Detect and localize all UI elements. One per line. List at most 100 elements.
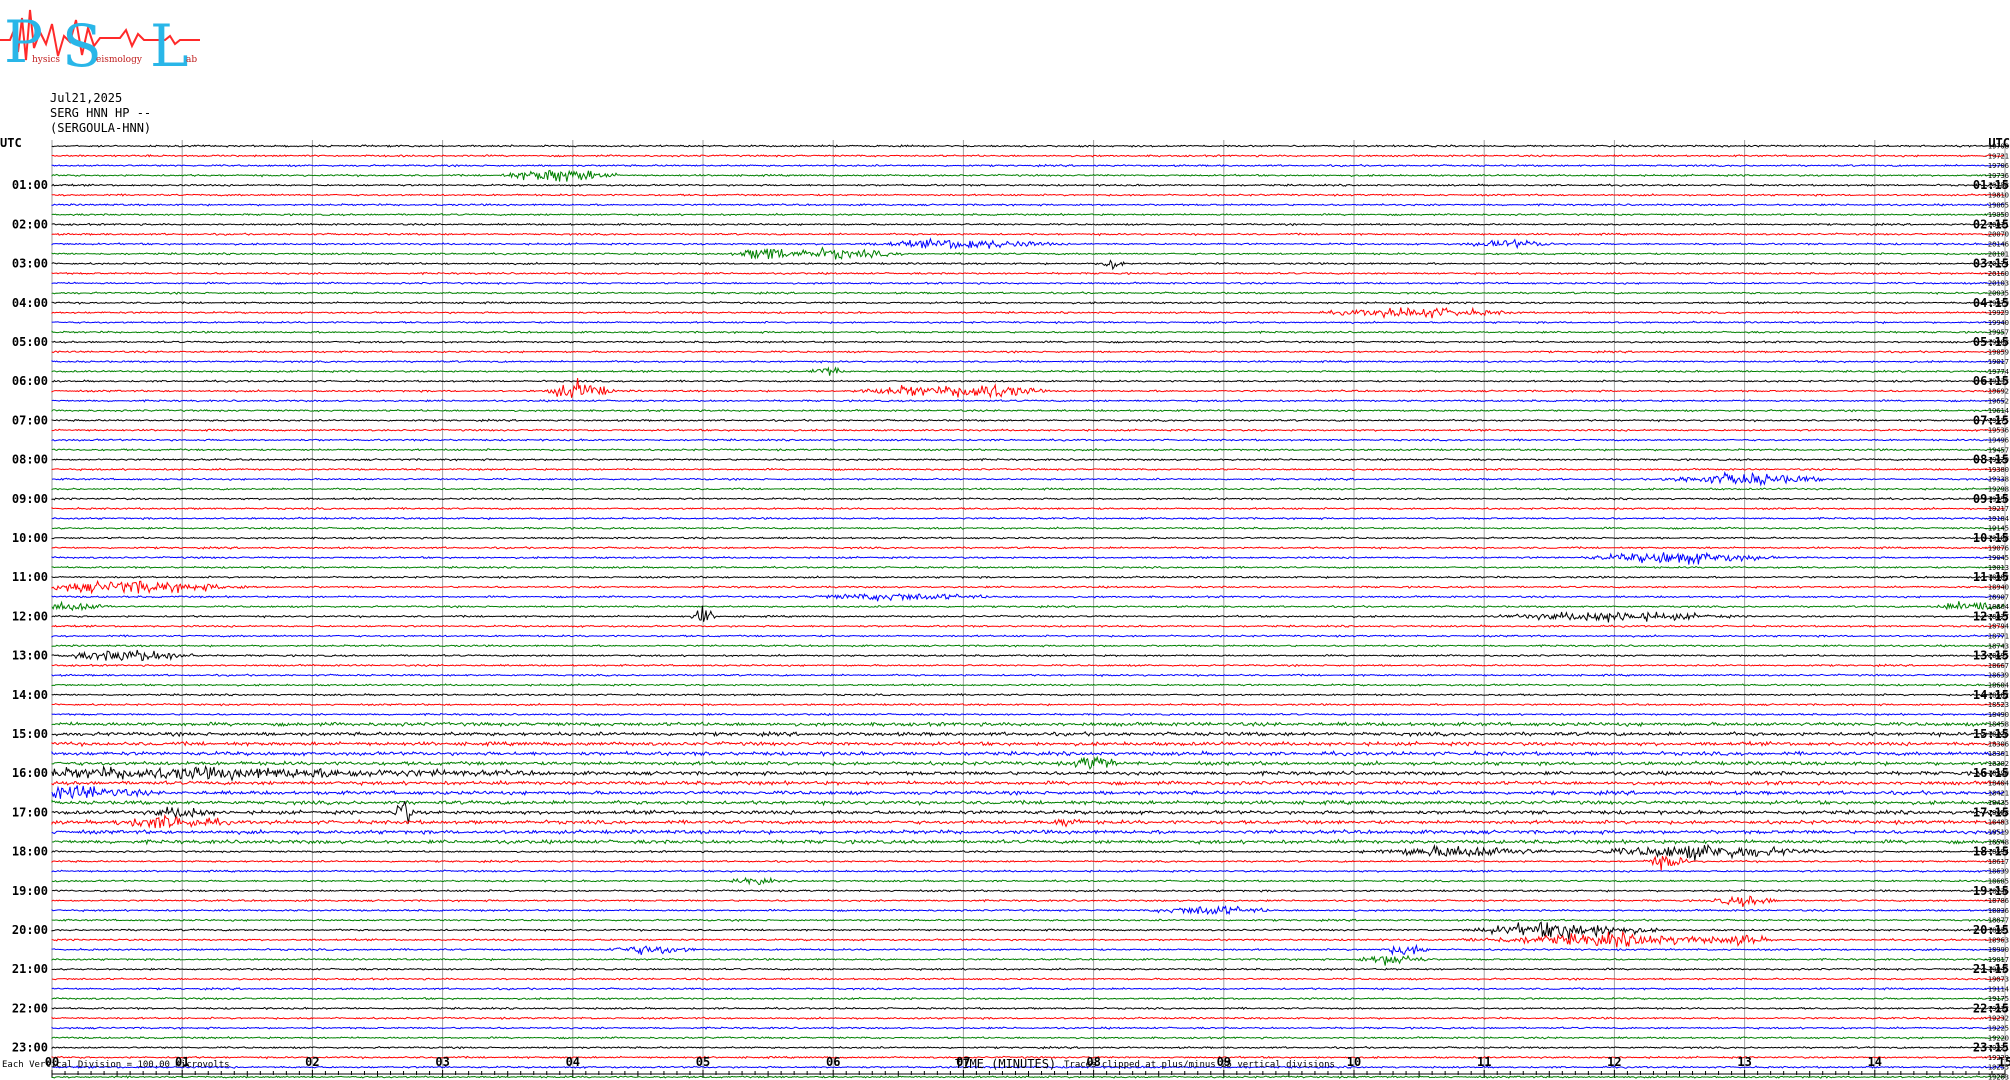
trace-offset-value: -19536 — [1984, 427, 2009, 435]
trace-offset-value: -18435 — [1984, 799, 2009, 807]
trace-offset-value: -18421 — [1984, 789, 2009, 797]
trace-offset-value: -19017 — [1984, 956, 2009, 964]
x-tick-label: 14 — [1868, 1055, 1882, 1069]
seismic-trace — [51, 750, 2005, 757]
trace-offset-value: -19338 — [1984, 476, 2009, 484]
seismic-trace — [51, 471, 2005, 487]
hour-label-left: 04:00 — [12, 296, 48, 310]
seismic-trace — [51, 876, 2005, 886]
trace-offset-value: -19045 — [1984, 554, 2009, 562]
trace-offset-value: -19979 — [1984, 299, 2009, 307]
x-tick-label: 05 — [696, 1055, 710, 1069]
seismic-trace — [51, 399, 2005, 403]
seismic-trace — [51, 526, 2005, 531]
seismic-trace — [51, 212, 2005, 217]
trace-offset-value: -18736 — [1984, 887, 2009, 895]
hour-label-left: 11:00 — [12, 570, 48, 584]
seismic-trace — [51, 779, 2005, 787]
seismic-trace — [51, 271, 2005, 276]
trace-offset-value: -19229 — [1984, 1054, 2009, 1062]
seismic-trace — [51, 673, 2005, 678]
seismic-trace — [51, 565, 2005, 570]
seismic-trace — [51, 438, 2005, 442]
seismic-trace — [51, 536, 2005, 540]
hour-label-left: 21:00 — [12, 962, 48, 976]
trace-offset-value: -18786 — [1984, 897, 2009, 905]
seismic-trace — [51, 222, 2005, 227]
trace-offset-value: -19774 — [1984, 368, 2009, 376]
seismic-trace — [51, 457, 2005, 462]
hour-label-left: 16:00 — [12, 766, 48, 780]
seismic-trace — [51, 163, 2005, 168]
trace-offset-value: -18667 — [1984, 662, 2009, 670]
trace-offset-value: -19298 — [1984, 486, 2009, 494]
seismic-trace — [51, 579, 2005, 595]
trace-offset-value: -18361 — [1984, 750, 2009, 758]
seismic-trace — [51, 644, 2005, 648]
seismic-trace — [51, 592, 2005, 602]
trace-offset-value: -18907 — [1984, 593, 2009, 601]
trace-offset-value: -18827 — [1984, 613, 2009, 621]
seismic-trace — [51, 193, 2005, 197]
seismic-trace — [51, 683, 2005, 687]
trace-offset-value: -18639 — [1984, 868, 2009, 876]
seismic-trace — [51, 551, 2005, 565]
trace-offset-value: -19263 — [1984, 1074, 2009, 1080]
seismic-trace — [51, 785, 2005, 800]
trace-offset-value: -19420 — [1984, 456, 2009, 464]
seismic-trace — [51, 755, 2005, 770]
seismic-trace — [51, 320, 2005, 325]
seismic-trace — [51, 838, 2005, 846]
hour-label-left: 18:00 — [12, 845, 48, 859]
trace-offset-value: -18404 — [1984, 780, 2009, 788]
trace-offset-value: -19108 — [1984, 535, 2009, 543]
trace-offset-value: -19145 — [1984, 525, 2009, 533]
trace-offset-value: -19184 — [1984, 515, 2009, 523]
seismic-trace — [51, 516, 2005, 521]
seismic-trace — [51, 828, 2005, 836]
seismic-trace — [51, 306, 2005, 319]
trace-offset-value: -19733 — [1984, 378, 2009, 386]
seismic-trace — [51, 954, 2005, 966]
trace-offset-value: -18771 — [1984, 633, 2009, 641]
seismic-trace — [51, 1006, 2005, 1011]
trace-offset-value: -19380 — [1984, 466, 2009, 474]
seismic-trace — [51, 843, 2005, 861]
trace-offset-value: -18921 — [1984, 927, 2009, 935]
trace-offset-value: -18794 — [1984, 623, 2009, 631]
seismic-trace — [51, 506, 2005, 511]
seismic-traces — [51, 144, 2005, 1079]
trace-offset-value: -18685 — [1984, 878, 2009, 886]
grid-lines — [51, 140, 2006, 1078]
trace-offset-value: -19950 — [1984, 211, 2009, 219]
seismic-trace — [51, 605, 2005, 623]
x-tick-label: 06 — [826, 1055, 840, 1069]
seismic-trace — [51, 259, 2005, 271]
trace-offset-value: -18548 — [1984, 838, 2009, 846]
trace-offset-value: -19221 — [1984, 1044, 2009, 1052]
trace-offset-value: -19721 — [1984, 152, 2009, 160]
trace-offset-value: -18523 — [1984, 701, 2009, 709]
seismic-trace — [51, 930, 2005, 948]
trace-offset-value: -18594 — [1984, 848, 2009, 856]
seismic-trace — [51, 721, 2005, 728]
hour-label-left: 01:00 — [12, 178, 48, 192]
trace-offset-value: -18877 — [1984, 917, 2009, 925]
seismic-trace — [51, 246, 2005, 260]
seismic-trace — [51, 428, 2005, 433]
trace-offset-value: -18990 — [1984, 946, 2009, 954]
trace-offset-value: -19076 — [1984, 544, 2009, 552]
trace-offset-value: -18306 — [1984, 740, 2009, 748]
hour-label-left: 17:00 — [12, 805, 48, 819]
seismic-trace — [51, 291, 2005, 296]
x-tick-label: 11 — [1477, 1055, 1491, 1069]
seismic-trace — [51, 330, 2005, 335]
x-axis-title: TIME (MINUTES) — [955, 1057, 1057, 1071]
trace-offset-value: -19817 — [1984, 358, 2009, 366]
x-tick-label: 12 — [1607, 1055, 1621, 1069]
trace-offset-value: -19256 — [1984, 495, 2009, 503]
vertical-division-note: Each Vertical Division = 100.00 microvol… — [2, 1060, 230, 1070]
seismic-trace — [51, 418, 2005, 423]
seismic-trace — [51, 408, 2005, 413]
trace-offset-value: -19929 — [1984, 309, 2009, 317]
